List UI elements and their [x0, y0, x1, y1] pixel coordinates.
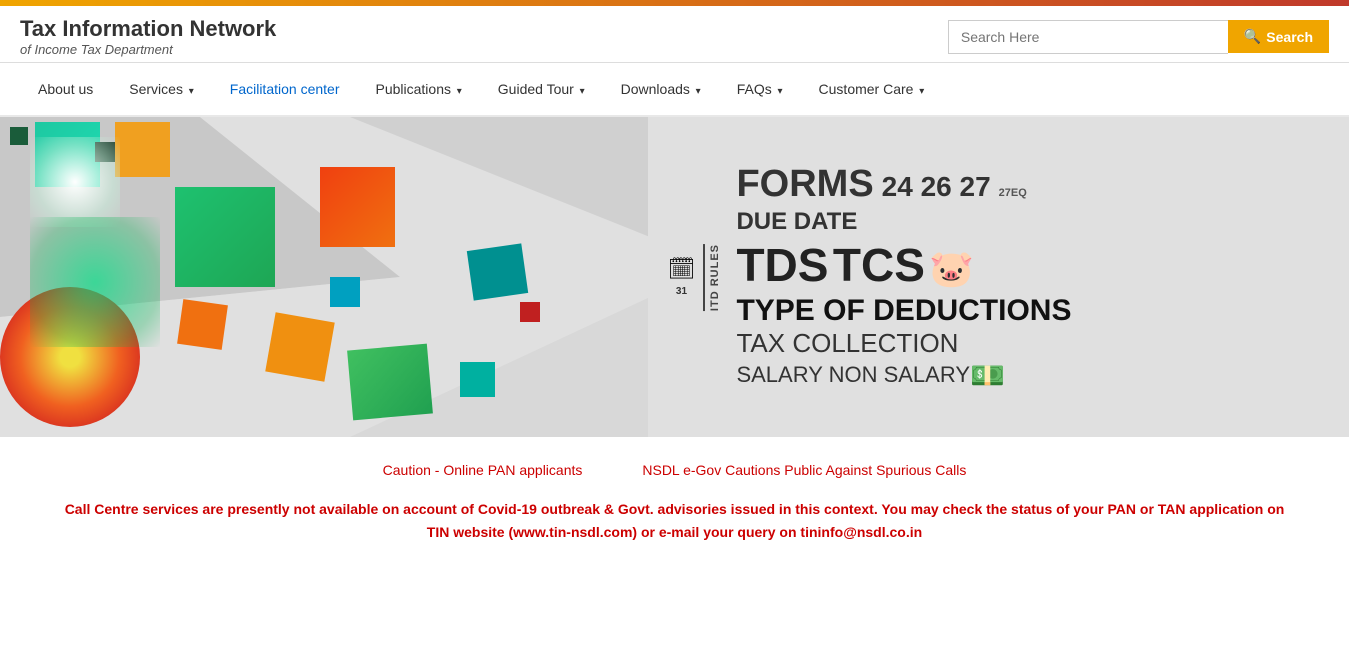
header: Tax Information Network of Income Tax De… [0, 6, 1349, 63]
logo-title-line1: Tax Information Network [20, 16, 276, 42]
deco-square [460, 362, 495, 397]
piggy-icon: 🐷 [929, 248, 974, 289]
nav-list: About usServices ▾Facilitation centerPub… [20, 63, 1329, 115]
dropdown-arrow-icon: ▾ [775, 86, 783, 97]
navigation: About usServices ▾Facilitation centerPub… [0, 63, 1349, 117]
deco-square [520, 302, 540, 322]
forms-label: FORMS [736, 163, 873, 206]
nav-item-services[interactable]: Services ▾ [111, 63, 212, 115]
money-icon: 💵 [970, 359, 1005, 392]
deco-circle [30, 137, 120, 227]
notice-link-1[interactable]: Caution - Online PAN applicants [383, 462, 583, 478]
deco-square [320, 167, 395, 247]
deco-square [467, 244, 528, 301]
dropdown-arrow-icon: ▾ [186, 86, 194, 97]
deco-square [177, 299, 228, 350]
banner-row6: SALARY NON SALARY 💵 [736, 359, 1329, 392]
dropdown-arrow-icon: ▾ [916, 86, 924, 97]
nav-item-about-us[interactable]: About us [20, 63, 111, 115]
notices-section: Caution - Online PAN applicants NSDL e-G… [0, 437, 1349, 568]
calendar-icon: 🗓 [668, 256, 696, 282]
dropdown-arrow-icon: ▾ [454, 86, 462, 97]
banner-row4: TYPE OF DEDUCTIONS [736, 294, 1329, 328]
notice-link-2[interactable]: NSDL e-Gov Cautions Public Against Spuri… [642, 462, 966, 478]
search-area: 🔍 Search [948, 20, 1329, 54]
alert-text: Call Centre services are presently not a… [20, 488, 1329, 553]
banner-row2: DUE DATE [736, 208, 1329, 236]
deco-square [265, 313, 335, 383]
salary-non-salary-label: SALARY NON SALARY [736, 362, 970, 388]
deco-circle [30, 217, 160, 347]
dropdown-arrow-icon: ▾ [693, 86, 701, 97]
tax-collection-label: TAX COLLECTION [736, 328, 958, 358]
notice-links: Caution - Online PAN applicants NSDL e-G… [20, 452, 1329, 488]
banner-info-right: FORMS 24 26 27 27EQ DUE DATE TDS TCS 🐷 T… [736, 163, 1329, 392]
tds-label: TDS [736, 239, 828, 291]
forms-numbers: 24 26 27 [882, 171, 991, 203]
forms-eq: 27EQ [999, 187, 1027, 199]
search-input[interactable] [948, 20, 1228, 54]
tcs-label: TCS [833, 239, 925, 291]
banner: 🗓 31 ITD RULES FORMS 24 26 27 27EQ DUE D… [0, 117, 1349, 437]
banner-row5: TAX COLLECTION [736, 328, 1329, 359]
nav-item-guided-tour[interactable]: Guided Tour ▾ [480, 63, 603, 115]
search-button-label: Search [1266, 29, 1313, 45]
search-button[interactable]: 🔍 Search [1228, 20, 1329, 53]
due-date-label: DUE DATE [736, 208, 857, 235]
banner-info: 🗓 31 ITD RULES FORMS 24 26 27 27EQ DUE D… [648, 117, 1349, 437]
deco-square [10, 127, 28, 145]
banner-info-left: 🗓 31 ITD RULES [668, 244, 722, 311]
banner-visual [0, 117, 648, 437]
deco-square [115, 122, 170, 177]
logo-title-line2: of Income Tax Department [20, 42, 276, 57]
banner-row3: TDS TCS 🐷 [736, 238, 1329, 292]
banner-row1: FORMS 24 26 27 27EQ [736, 163, 1329, 206]
search-icon: 🔍 [1244, 28, 1261, 45]
nav-item-facilitation-center[interactable]: Facilitation center [212, 63, 358, 115]
deco-square [175, 187, 275, 287]
nav-item-downloads[interactable]: Downloads ▾ [603, 63, 719, 115]
type-deductions-label: TYPE OF DEDUCTIONS [736, 294, 1071, 328]
day-31: 31 [676, 286, 687, 298]
nav-item-publications[interactable]: Publications ▾ [357, 63, 479, 115]
logo-area: Tax Information Network of Income Tax De… [20, 16, 276, 57]
itd-rules-label: ITD RULES [703, 244, 721, 311]
deco-square [330, 277, 360, 307]
dropdown-arrow-icon: ▾ [577, 86, 585, 97]
deco-square [347, 344, 433, 421]
nav-item-faqs[interactable]: FAQs ▾ [719, 63, 801, 115]
nav-item-customer-care[interactable]: Customer Care ▾ [801, 63, 943, 115]
